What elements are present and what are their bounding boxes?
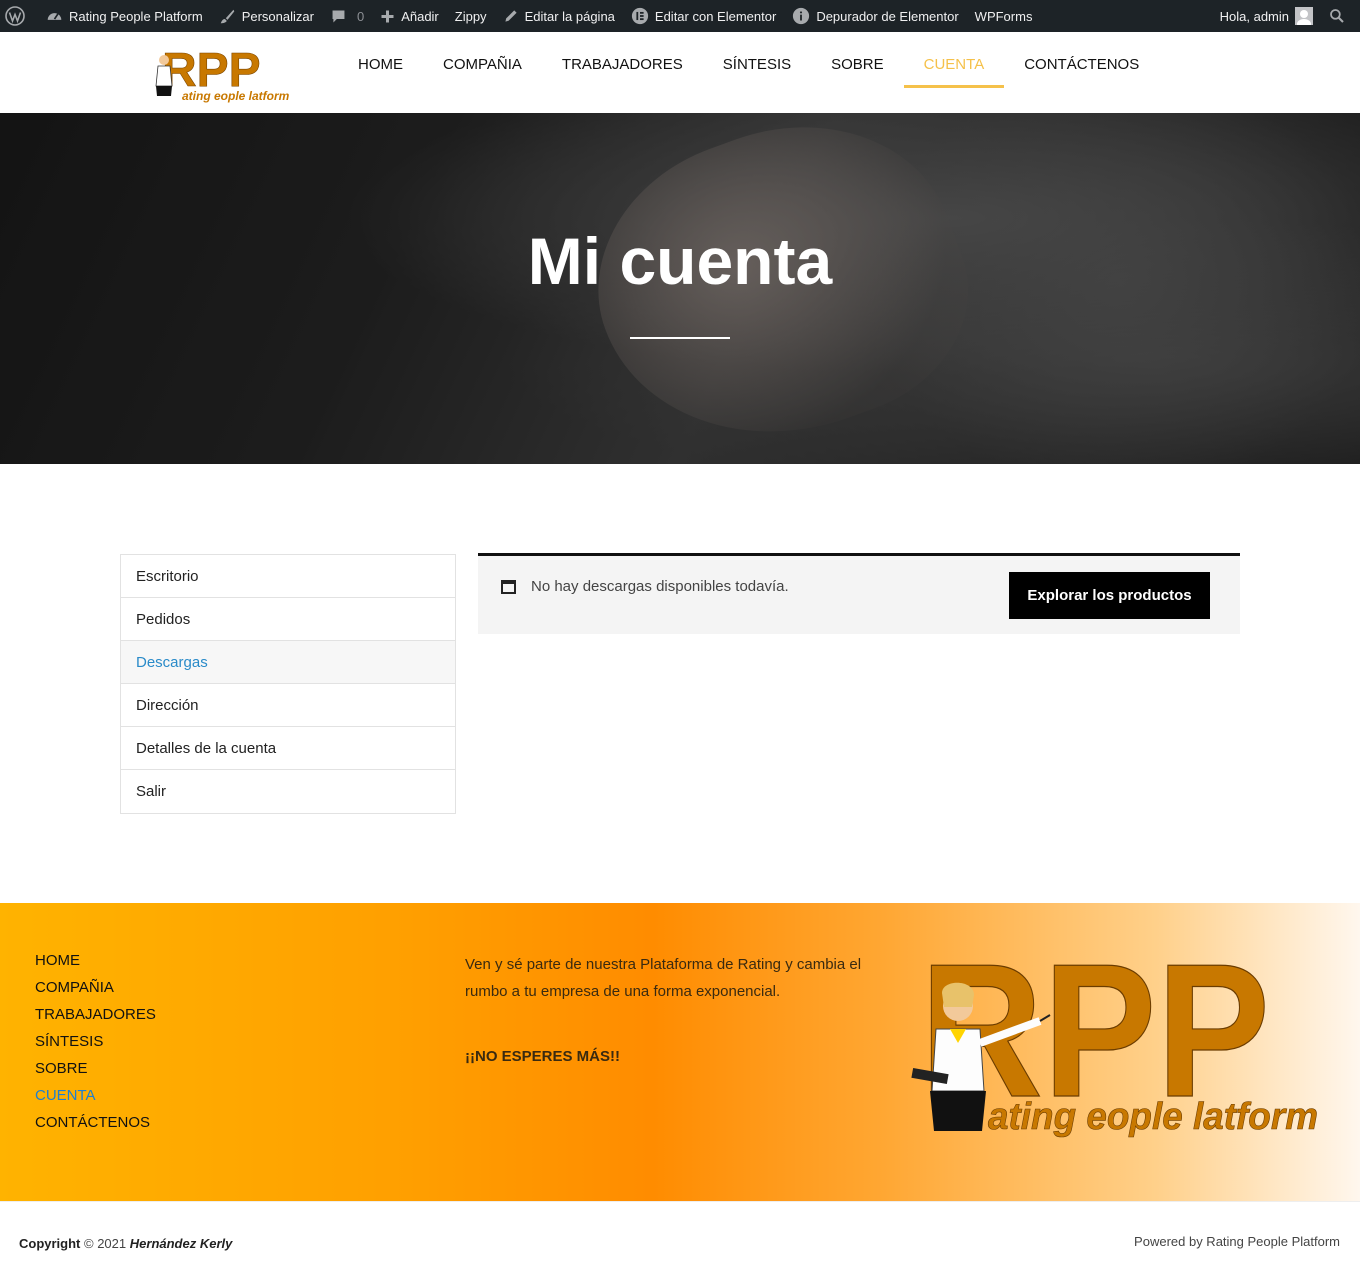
- footer-cta: ¡¡NO ESPERES MÁS!!: [465, 1048, 621, 1065]
- nav-item-trabajadores[interactable]: TRABAJADORES: [542, 32, 703, 113]
- account-navigation: Escritorio Pedidos Descargas Dirección Detal…: [120, 554, 456, 814]
- paintbrush-icon: [220, 9, 234, 23]
- elementor-debugger-link[interactable]: Depurador de Elementor: [784, 0, 966, 32]
- wpforms-link[interactable]: WPForms: [967, 0, 1041, 32]
- wordpress-logo-icon[interactable]: [0, 0, 38, 32]
- footer-nav-item-home[interactable]: HOME: [35, 951, 156, 978]
- add-new-link[interactable]: Añadir: [372, 0, 447, 32]
- main-nav: HOME COMPAÑIA TRABAJADORES SÍNTESIS SOBRE CUE…: [338, 32, 1159, 113]
- edit-elementor-link[interactable]: Editar con Elementor: [623, 0, 784, 32]
- wpforms-label: WPForms: [974, 8, 1033, 24]
- copyright-author: Hernández Kerly: [129, 1236, 233, 1251]
- nav-item-home[interactable]: HOME: [338, 32, 423, 113]
- logo-tagline: ating eople latform: [182, 89, 290, 103]
- copyright-year: © 2021: [84, 1236, 127, 1251]
- site-name-label: Rating People Platform: [69, 8, 203, 24]
- elementor-debugger-label: Depurador de Elementor: [816, 8, 959, 24]
- copyright-label: Copyright: [19, 1236, 81, 1251]
- add-new-label: Añadir: [401, 8, 439, 24]
- footer-logo-tagline: ating eople latform: [988, 1096, 1318, 1138]
- footer-nav-item-contactenos[interactable]: CONTÁCTENOS: [35, 1113, 156, 1140]
- footer-nav-item-sintesis[interactable]: SÍNTESIS: [35, 1032, 156, 1059]
- comment-icon: [332, 10, 345, 22]
- elementor-icon: [631, 7, 649, 25]
- account-menu-item-detalles-de-la-cuenta[interactable]: Detalles de la cuenta: [121, 727, 455, 770]
- plus-icon: [381, 10, 394, 22]
- title-divider: [630, 337, 730, 339]
- comments-link[interactable]: 0: [322, 0, 372, 32]
- footer-logo: RPP ating eople latform: [911, 951, 1318, 1138]
- search-button[interactable]: [1321, 0, 1360, 32]
- search-icon: [1330, 9, 1344, 23]
- site-footer: HOME COMPAÑIA TRABAJADORES SÍNTESIS SOBRE CUE…: [0, 903, 1360, 1201]
- nav-item-cuenta[interactable]: CUENTA: [903, 32, 1005, 113]
- footer-nav-item-sobre[interactable]: SOBRE: [35, 1059, 156, 1086]
- my-account-link[interactable]: Hola, admin: [1212, 0, 1321, 32]
- hero-banner: Mi cuenta: [0, 113, 1360, 464]
- edit-page-link[interactable]: Editar la página: [495, 0, 623, 32]
- zippy-link[interactable]: Zippy: [447, 0, 495, 32]
- site-header: RPP ating eople latform HOME COMPAÑIA TRAB…: [0, 32, 1360, 113]
- footer-nav: HOME COMPAÑIA TRABAJADORES SÍNTESIS SOBRE CUE…: [35, 951, 156, 1140]
- copyright-bar: Copyright © 2021 Hernández Kerly Powered…: [0, 1201, 1360, 1281]
- page-title: Mi cuenta: [527, 224, 833, 298]
- account-menu-item-pedidos[interactable]: Pedidos: [121, 598, 455, 641]
- account-menu-item-descargas[interactable]: Descargas: [121, 641, 455, 684]
- admin-bar: Rating People Platform Personalizar 0 Añ…: [0, 0, 1360, 32]
- customize-label: Personalizar: [241, 8, 314, 24]
- notice-message: No hay descargas disponibles todavía.: [531, 578, 789, 595]
- info-icon: [793, 7, 810, 25]
- footer-nav-item-compania[interactable]: COMPAÑIA: [35, 978, 156, 1005]
- footer-nav-item-cuenta[interactable]: CUENTA: [35, 1086, 156, 1113]
- comments-count: 0: [356, 8, 365, 24]
- footer-description: Ven y sé parte de nuestra Plataforma de …: [465, 956, 862, 1000]
- nav-item-compania[interactable]: COMPAÑIA: [423, 32, 542, 113]
- account-menu-item-direccion[interactable]: Dirección: [121, 684, 455, 727]
- browse-products-button[interactable]: Explorar los productos: [1009, 572, 1210, 619]
- site-name-link[interactable]: Rating People Platform: [38, 0, 211, 32]
- account-menu-item-salir[interactable]: Salir: [121, 770, 455, 813]
- nav-item-contactenos[interactable]: CONTÁCTENOS: [1004, 32, 1159, 113]
- pencil-icon: [504, 10, 517, 22]
- copyright: Copyright © 2021 Hernández Kerly: [19, 1236, 232, 1251]
- nav-item-sobre[interactable]: SOBRE: [811, 32, 904, 113]
- customize-link[interactable]: Personalizar: [211, 0, 322, 32]
- greeting-label: Hola, admin: [1219, 8, 1289, 24]
- edit-elementor-label: Editar con Elementor: [654, 8, 777, 24]
- nav-item-sintesis[interactable]: SÍNTESIS: [703, 32, 811, 113]
- powered-by: Powered by Rating People Platform: [1134, 1234, 1340, 1249]
- edit-page-label: Editar la página: [524, 8, 615, 24]
- dashboard-icon: [47, 12, 62, 20]
- footer-nav-item-trabajadores[interactable]: TRABAJADORES: [35, 1005, 156, 1032]
- window-icon: [501, 580, 516, 594]
- downloads-notice: No hay descargas disponibles todavía. Ex…: [478, 553, 1240, 634]
- admin-bar-right: Hola, admin: [1212, 0, 1360, 32]
- avatar: [1295, 7, 1313, 25]
- zippy-label: Zippy: [454, 8, 487, 24]
- site-logo[interactable]: RPP ating eople latform: [150, 40, 290, 104]
- account-menu-item-escritorio[interactable]: Escritorio: [121, 555, 455, 598]
